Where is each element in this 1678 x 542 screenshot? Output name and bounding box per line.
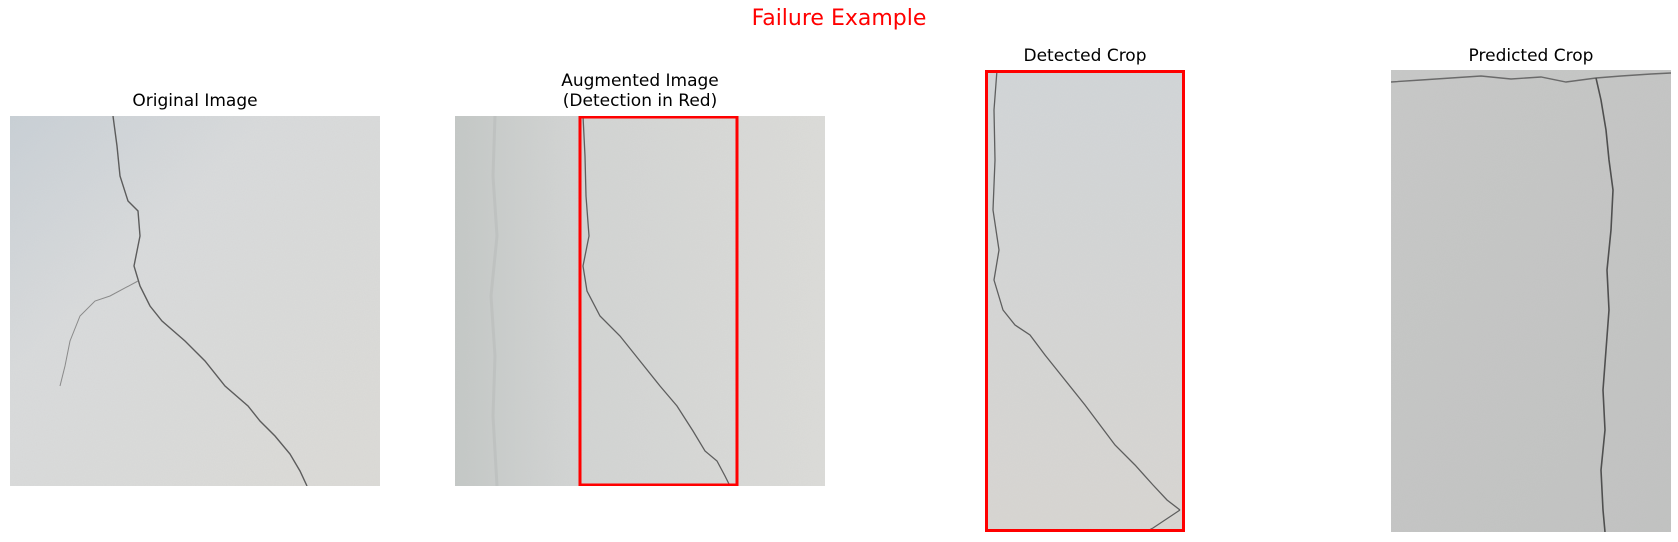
- predicted-crop-image: [1391, 70, 1671, 532]
- panel-title-augmented: Augmented Image (Detection in Red): [561, 71, 719, 111]
- detected-crop-image: [985, 70, 1185, 532]
- panel-title-predicted: Predicted Crop: [1468, 46, 1594, 66]
- figure-title: Failure Example: [751, 6, 927, 31]
- panel-title-original: Original Image: [132, 91, 258, 111]
- original-image: [10, 116, 380, 486]
- augmented-image: [455, 116, 825, 486]
- panel-title-detected: Detected Crop: [1023, 46, 1147, 66]
